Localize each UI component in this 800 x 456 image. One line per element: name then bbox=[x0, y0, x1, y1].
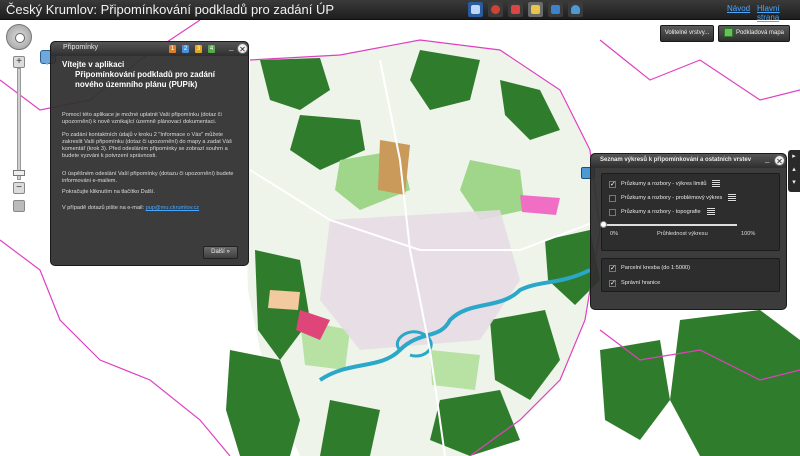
layer-label: Průzkumy a rozbory - problémový výkres bbox=[621, 195, 723, 201]
measure-icon[interactable] bbox=[488, 2, 503, 17]
basemap-label: Podkladová mapa bbox=[735, 30, 785, 36]
layers-panel-header: Seznam výkresů k připomínkování a ostatn… bbox=[591, 154, 786, 168]
step-2-tab[interactable]: 2 bbox=[182, 45, 189, 53]
map-navigation: + − bbox=[6, 24, 34, 214]
zoom-slider-track[interactable] bbox=[17, 68, 21, 180]
top-bar: Český Krumlov: Připomínkování podkladů p… bbox=[0, 0, 800, 22]
continue-paragraph: Pokračujte kliknutím na tlačítko Další. bbox=[62, 189, 155, 195]
scroll-up-icon[interactable]: ▴ bbox=[788, 163, 800, 176]
side-scroll-control: ▸ ▴ ▾ bbox=[788, 150, 800, 192]
zoom-out-button[interactable]: − bbox=[13, 182, 25, 194]
layers-icon[interactable] bbox=[568, 2, 583, 17]
help-link[interactable]: Návod bbox=[727, 4, 750, 13]
minimize-icon[interactable]: _ bbox=[229, 43, 233, 51]
next-button[interactable]: Další » bbox=[203, 246, 238, 259]
other-layers-group: ✓ Parcelní kresba (do 1:5000) ✓ Správní … bbox=[601, 258, 780, 292]
instructions-paragraph: Po zadání kontaktních údajů v kroku 2 "I… bbox=[62, 132, 232, 159]
transparency-min-label: 0% bbox=[610, 231, 619, 237]
comments-panel-title: Připomínky bbox=[63, 44, 99, 51]
step-3-tab[interactable]: 3 bbox=[195, 45, 202, 53]
welcome-heading: Vítejte v aplikaci bbox=[62, 60, 125, 69]
basemap-button[interactable]: Podkladová mapa bbox=[718, 25, 790, 42]
app-title: Český Krumlov: Připomínkování podkladů p… bbox=[6, 2, 335, 17]
transparency-max-label: 100% bbox=[741, 231, 756, 237]
zoom-in-button[interactable]: + bbox=[13, 56, 25, 68]
checkbox-checked-icon[interactable]: ✓ bbox=[609, 279, 616, 287]
legend-icon[interactable] bbox=[728, 194, 737, 202]
layers-panel-title: Seznam výkresů k připomínkování a ostatn… bbox=[600, 157, 752, 163]
app-heading: Připomínkování podkladů pro zadání novéh… bbox=[75, 70, 216, 89]
transparency-slider-handle[interactable] bbox=[600, 221, 607, 228]
full-extent-button[interactable] bbox=[13, 200, 25, 212]
step-4-tab[interactable]: 4 bbox=[208, 45, 215, 53]
checkbox-checked-icon[interactable]: ✓ bbox=[609, 180, 616, 188]
layer-row-topography[interactable]: Průzkumy a rozbory - topografie bbox=[609, 207, 715, 217]
step-1-tab[interactable]: 1 bbox=[169, 45, 176, 53]
layer-row-problems[interactable]: Průzkumy a rozbory - problémový výkres bbox=[609, 193, 737, 203]
comments-panel-header: Připomínky 1 2 3 4 _ ✕ bbox=[51, 42, 248, 56]
draw-icon[interactable] bbox=[508, 2, 523, 17]
basemap-icon bbox=[723, 27, 733, 37]
comments-panel: Připomínky 1 2 3 4 _ ✕ Vítejte v aplikac… bbox=[50, 41, 249, 266]
close-icon[interactable]: ✕ bbox=[237, 43, 248, 54]
layers-close-icon[interactable]: ✕ bbox=[774, 155, 785, 166]
contact-email-link[interactable]: pup@mu.ckrumlov.cz bbox=[146, 205, 199, 211]
layer-label: Průzkumy a rozbory - výkres limitů bbox=[621, 181, 707, 187]
layer-row-admin-boundaries[interactable]: ✓ Správní hranice bbox=[609, 278, 660, 288]
legend-icon[interactable] bbox=[706, 208, 715, 216]
layers-panel: Seznam výkresů k připomínkování a ostatn… bbox=[590, 153, 787, 310]
toolbar bbox=[468, 2, 583, 17]
transparency-label: Průhlednost výkresu bbox=[657, 231, 708, 237]
home-link[interactable]: Hlavní strana bbox=[757, 4, 800, 22]
layer-row-limits[interactable]: ✓ Průzkumy a rozbory - výkres limitů bbox=[609, 179, 721, 189]
layer-label: Parcelní kresba (do 1:5000) bbox=[621, 265, 691, 271]
drawings-group: ✓ Průzkumy a rozbory - výkres limitů Prů… bbox=[601, 173, 780, 251]
intro-paragraph: Pomocí této aplikace je možné uplatnit V… bbox=[62, 112, 222, 125]
checkbox-unchecked-icon[interactable] bbox=[609, 194, 616, 202]
optional-layers-button[interactable]: Volitelné vrstvy... bbox=[660, 25, 714, 42]
print-icon[interactable] bbox=[528, 2, 543, 17]
export-icon[interactable] bbox=[548, 2, 563, 17]
checkbox-checked-icon[interactable]: ✓ bbox=[609, 264, 616, 272]
contact-prefix: V případě dotazů pište na e-mail: bbox=[62, 205, 145, 211]
transparency-slider-track[interactable] bbox=[603, 224, 737, 226]
layer-row-parcels[interactable]: ✓ Parcelní kresba (do 1:5000) bbox=[609, 263, 690, 273]
expand-icon[interactable]: ▸ bbox=[788, 150, 800, 163]
legend-icon[interactable] bbox=[712, 180, 721, 188]
identify-icon[interactable] bbox=[468, 2, 483, 17]
notification-paragraph: O úspěšném odeslání Vaší připomínky (dot… bbox=[62, 171, 234, 184]
layers-minimize-icon[interactable]: _ bbox=[765, 155, 769, 163]
scroll-down-icon[interactable]: ▾ bbox=[788, 176, 800, 189]
zoom-slider-handle[interactable] bbox=[13, 170, 25, 176]
checkbox-unchecked-icon[interactable] bbox=[609, 208, 616, 216]
layer-label: Správní hranice bbox=[621, 280, 661, 286]
pan-control[interactable] bbox=[6, 24, 32, 50]
contact-line: V případě dotazů pište na e-mail: pup@mu… bbox=[62, 205, 242, 212]
layer-label: Průzkumy a rozbory - topografie bbox=[621, 209, 701, 215]
